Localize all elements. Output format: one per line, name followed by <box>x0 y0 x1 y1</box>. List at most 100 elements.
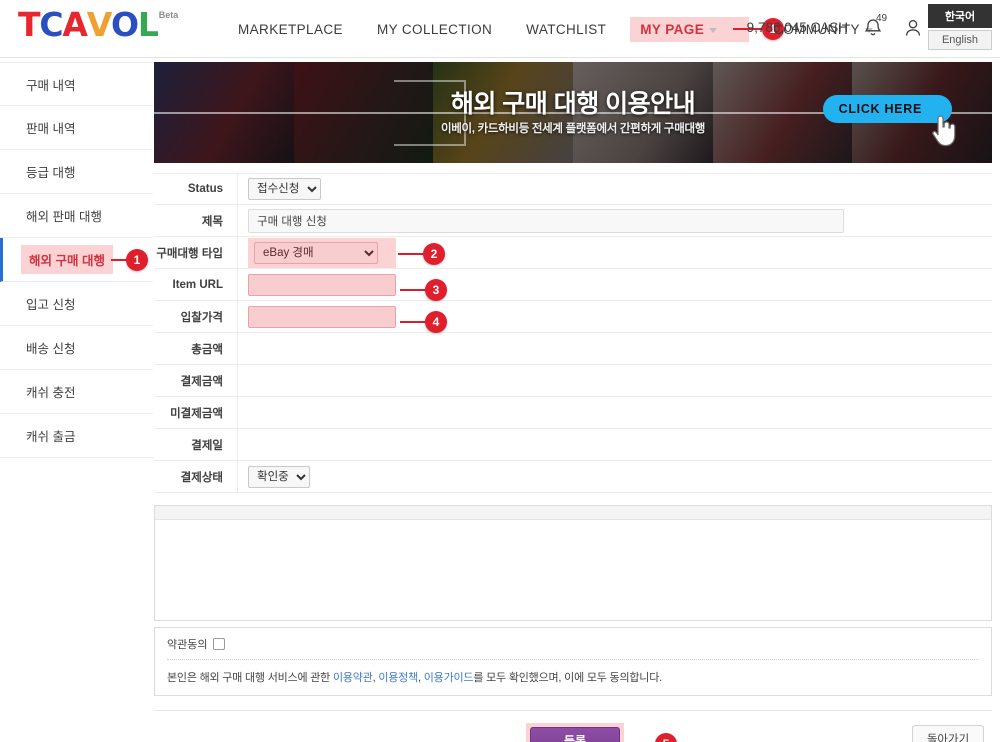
sidebar-item-label: 배송 신청 <box>26 342 76 356</box>
form-label-7: 미결제금액 <box>154 397 238 428</box>
back-button[interactable]: 돌아가기 <box>912 725 984 742</box>
notification-bell-icon[interactable]: 49 <box>864 13 887 42</box>
annotation-3: 3 <box>400 278 447 301</box>
language-english-button[interactable]: English <box>928 30 992 50</box>
logo-letter-3: V <box>86 5 113 44</box>
form-label-0: Status <box>154 174 238 204</box>
nav-item-my-page[interactable]: MY PAGE <box>630 16 750 42</box>
annotation-5-dot: 5 <box>655 733 677 742</box>
nav-item-watchlist[interactable]: WATCHLIST <box>516 17 616 42</box>
chevron-down-icon <box>709 27 718 33</box>
terms-link-guide[interactable]: 이용가이드 <box>424 672 474 684</box>
my-page-sidebar: 구매 내역판매 내역등급 대행해외 판매 대행해외 구매 대행 1 입고 신청배송 … <box>0 58 153 742</box>
editor-textarea[interactable] <box>155 520 991 620</box>
logo-text: TCAVOL <box>18 5 159 44</box>
sidebar-item-label: 판매 내역 <box>26 122 76 136</box>
terms-link-policy[interactable]: 이용정책 <box>378 672 418 684</box>
hand-cursor-icon <box>928 110 962 153</box>
logo[interactable]: TCAVOL Beta <box>18 8 178 41</box>
form-label-5: 총금액 <box>154 333 238 364</box>
cash-balance: 9,786,045 CASH <box>746 20 848 35</box>
terms-agreement-text: 본인은 해외 구매 대행 서비스에 관한 이용약관, 이용정책, 이용가이드를 … <box>167 660 979 685</box>
sidebar-item-3[interactable]: 해외 판매 대행 <box>0 194 153 238</box>
submit-highlight: 등록 <box>526 723 624 742</box>
purchase-agent-form: Status 접수신청제목구매대행 타입 eBay 경매 2 Item URL 3입찰가격… <box>154 173 992 493</box>
language-korean-button[interactable]: 한국어 <box>928 4 992 28</box>
form-input-4[interactable] <box>248 305 396 328</box>
form-row-8: 결제일 <box>154 429 992 461</box>
logo-letter-4: O <box>111 5 139 44</box>
form-select-2[interactable]: eBay 경매 <box>254 241 378 264</box>
logo-letter-0: T <box>18 5 41 44</box>
form-row-5: 총금액 <box>154 333 992 365</box>
nav-item-label: MY COLLECTION <box>376 21 493 37</box>
annotation-1-sidebar-dot: 1 <box>126 249 148 271</box>
nav-item-label: WATCHLIST <box>526 21 607 37</box>
form-value-0: 접수신청 <box>238 178 992 200</box>
sidebar-item-2[interactable]: 등급 대행 <box>0 150 153 194</box>
form-value-4: 4 <box>238 305 992 333</box>
sidebar-item-label: 캐쉬 충전 <box>26 386 76 400</box>
terms-agree-checkbox[interactable] <box>213 638 226 650</box>
user-account-icon[interactable] <box>904 18 922 43</box>
terms-sep-2: , <box>418 672 424 684</box>
form-label-3: Item URL <box>154 269 238 300</box>
form-row-2: 구매대행 타입 eBay 경매 2 <box>154 237 992 269</box>
form-row-4: 입찰가격 4 <box>154 301 992 333</box>
editor-toolbar[interactable] <box>155 506 991 520</box>
sidebar-item-label: 해외 판매 대행 <box>26 210 102 224</box>
form-value-2: eBay 경매 2 <box>238 237 992 268</box>
sidebar-item-label: 캐쉬 출금 <box>26 430 76 444</box>
nav-item-label: MY PAGE <box>640 21 705 37</box>
annotation-2: 2 <box>398 242 445 265</box>
sidebar-item-5[interactable]: 입고 신청 <box>0 282 153 326</box>
form-row-0: Status 접수신청 <box>154 173 992 205</box>
site-header: TCAVOL Beta MARKETPLACE MY COLLECTION WATC… <box>0 0 1000 58</box>
sidebar-item-0[interactable]: 구매 내역 <box>0 62 153 106</box>
sidebar-item-4[interactable]: 해외 구매 대행 1 <box>0 238 153 282</box>
annotation-1-sidebar: 1 <box>111 249 148 271</box>
form-label-2: 구매대행 타입 <box>154 237 238 268</box>
annotation-4: 4 <box>400 310 447 333</box>
form-select-9[interactable]: 확인중 <box>248 465 310 488</box>
form-value-1 <box>238 208 992 233</box>
form-input-1[interactable] <box>248 208 844 233</box>
terms-agreement-box: 약관동의 본인은 해외 구매 대행 서비스에 관한 이용약관, 이용정책, 이용… <box>154 627 992 696</box>
submit-button[interactable]: 등록 <box>530 727 620 742</box>
logo-letter-1: C <box>39 5 63 44</box>
terms-text-after: 를 모두 확인했으며, 이에 모두 동의합니다. <box>473 672 662 684</box>
nav-item-marketplace[interactable]: MARKETPLACE <box>228 17 353 42</box>
terms-link-agreement[interactable]: 이용약관 <box>333 672 373 684</box>
description-editor[interactable] <box>154 505 992 621</box>
form-row-7: 미결제금액 <box>154 397 992 429</box>
terms-text-before: 본인은 해외 구매 대행 서비스에 관한 <box>167 672 333 684</box>
page-body: 구매 내역판매 내역등급 대행해외 판매 대행해외 구매 대행 1 입고 신청배송 … <box>0 58 1000 742</box>
language-switcher: 한국어 English <box>928 4 992 50</box>
promo-banner[interactable]: 해외 구매 대행 이용안내 이베이, 카드하비등 전세계 플랫폼에서 간편하게 … <box>154 62 992 163</box>
form-row-3: Item URL 3 <box>154 269 992 301</box>
form-label-8: 결제일 <box>154 429 238 460</box>
sidebar-item-7[interactable]: 캐쉬 충전 <box>0 370 153 414</box>
logo-letter-5: L <box>137 5 159 44</box>
highlight-box-2: eBay 경매 <box>248 237 396 268</box>
form-footer: 등록 5 돌아가기 <box>154 710 992 742</box>
sidebar-item-6[interactable]: 배송 신청 <box>0 326 153 370</box>
terms-checkbox-label: 약관동의 <box>167 639 208 651</box>
nav-item-my-collection[interactable]: MY COLLECTION <box>367 17 502 42</box>
sidebar-item-label: 입고 신청 <box>26 298 76 312</box>
nav-item-label: MARKETPLACE <box>238 21 343 37</box>
form-row-1: 제목 <box>154 205 992 237</box>
main-content: 해외 구매 대행 이용안내 이베이, 카드하비등 전세계 플랫폼에서 간편하게 … <box>153 58 1000 742</box>
form-input-3[interactable] <box>248 273 396 296</box>
annotation-5: 5 <box>628 733 677 742</box>
sidebar-item-8[interactable]: 캐쉬 출금 <box>0 414 153 458</box>
terms-checkbox-row: 약관동의 <box>167 636 979 659</box>
annotation-2-dot: 2 <box>423 242 445 265</box>
form-row-6: 결제금액 <box>154 365 992 397</box>
form-select-0[interactable]: 접수신청 <box>248 178 321 200</box>
sidebar-item-label: 구매 내역 <box>26 78 76 93</box>
form-value-3: 3 <box>238 273 992 301</box>
form-label-6: 결제금액 <box>154 365 238 396</box>
sidebar-item-1[interactable]: 판매 내역 <box>0 106 153 150</box>
annotation-3-dot: 3 <box>425 278 447 301</box>
